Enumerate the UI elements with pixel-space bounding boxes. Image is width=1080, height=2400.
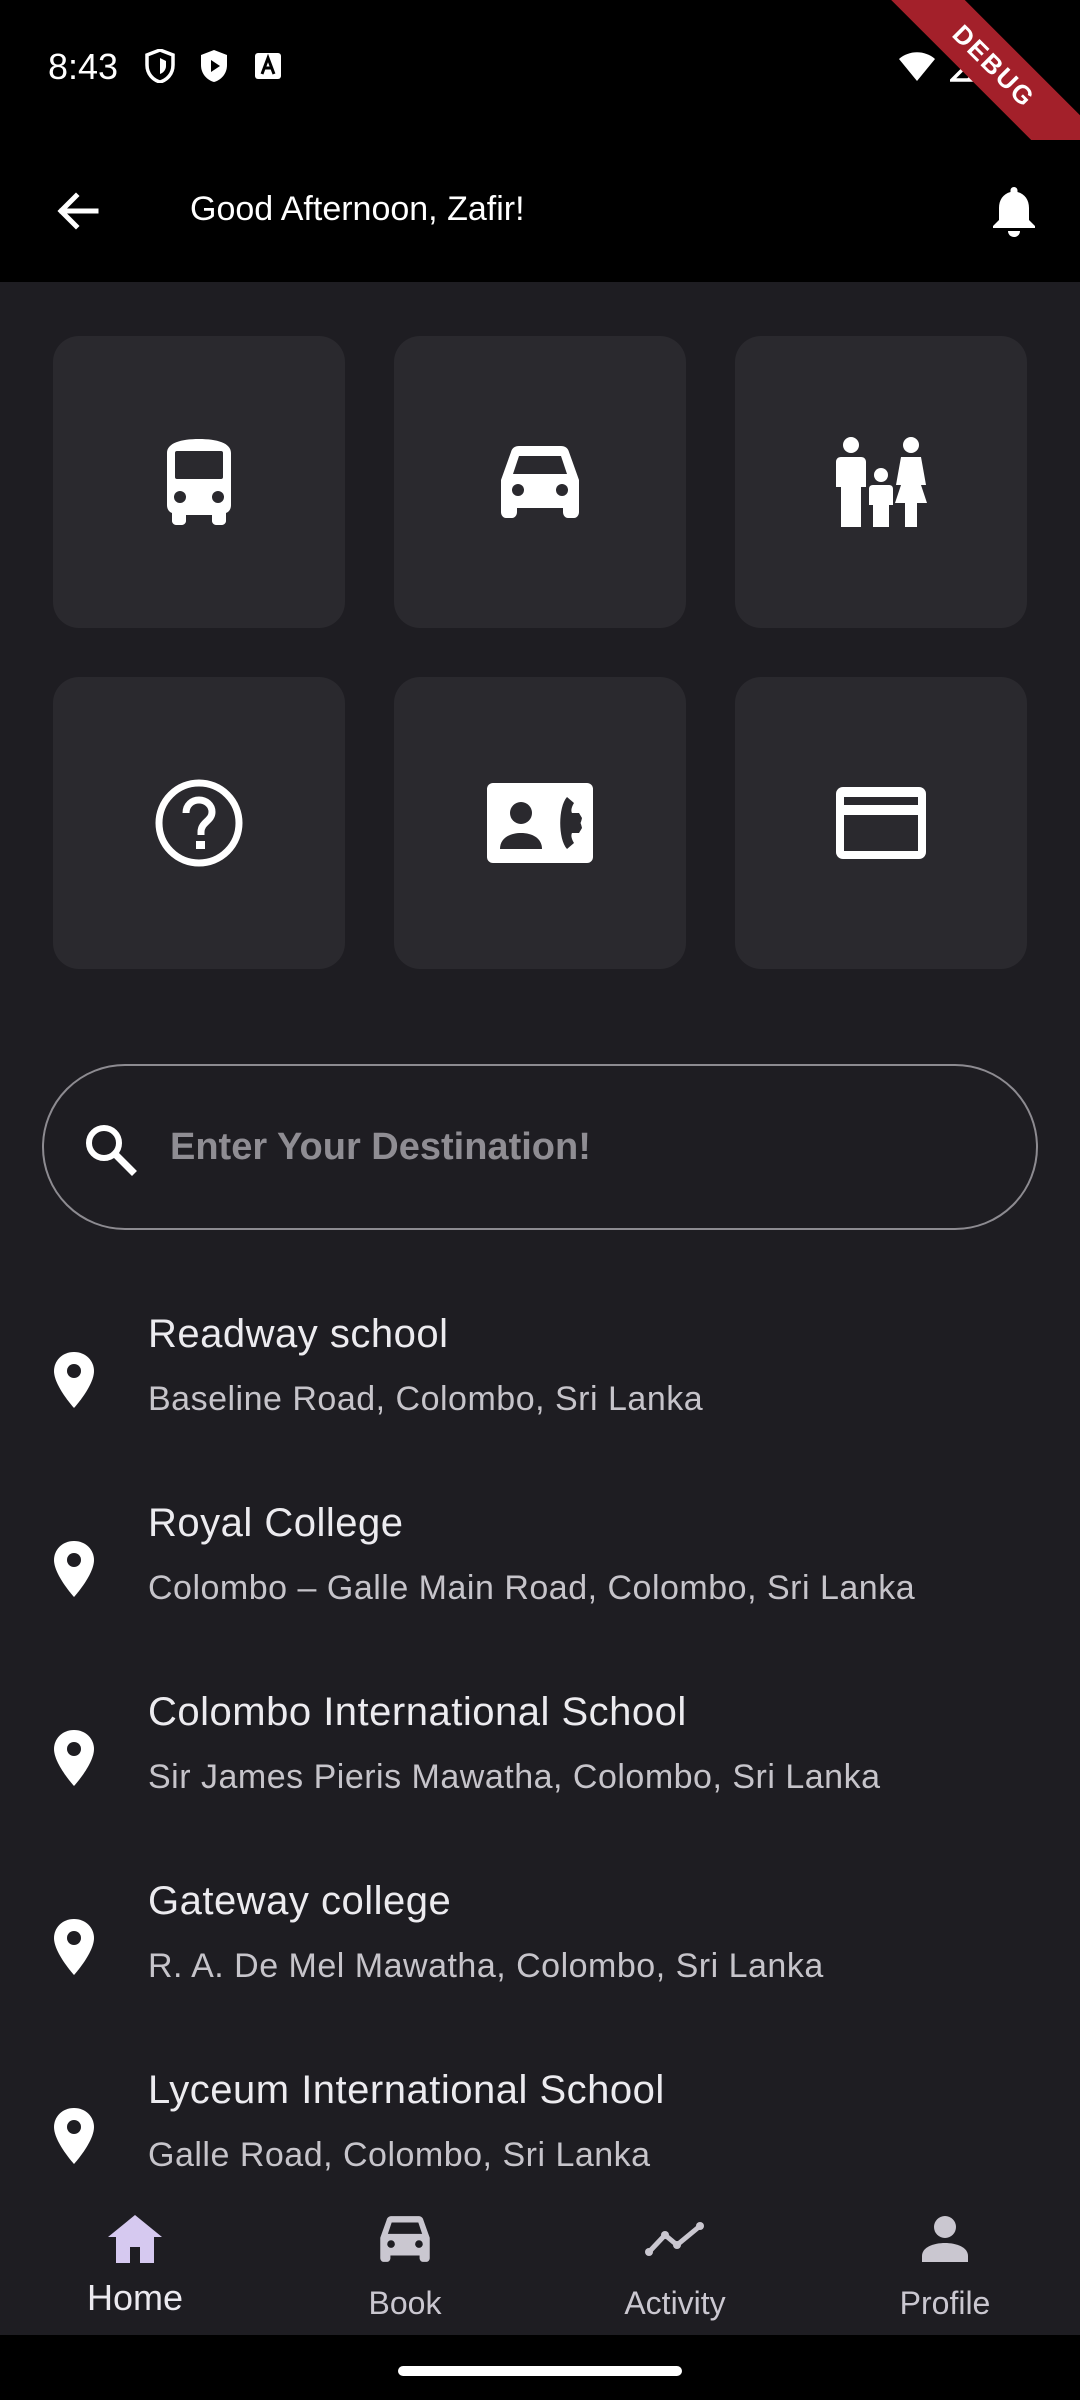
payment-tile[interactable] — [735, 677, 1027, 969]
search-icon — [86, 1125, 137, 1176]
bottom-navigation: Home Book Activity Profile — [0, 2183, 1080, 2335]
help-tile[interactable] — [53, 677, 345, 969]
place-name: Gateway college — [148, 1879, 452, 1923]
keyboard-a-icon — [250, 48, 286, 84]
location-pin-icon — [54, 1919, 94, 1975]
location-pin-icon — [54, 2108, 94, 2164]
car-tile[interactable] — [394, 336, 686, 628]
location-pin-icon — [54, 1541, 94, 1597]
nav-label-activity: Activity — [624, 2285, 726, 2321]
family-tile[interactable] — [735, 336, 1027, 628]
place-address: Baseline Road, Colombo, Sri Lanka — [148, 1380, 704, 1418]
place-address: Galle Road, Colombo, Sri Lanka — [148, 2136, 651, 2174]
car-icon — [373, 2207, 437, 2271]
nav-item-home[interactable]: Home — [0, 2183, 270, 2335]
main-content: Enter Your Destination! Readway school B… — [0, 282, 1080, 2202]
home-icon — [103, 2207, 167, 2271]
bell-icon — [993, 187, 1035, 237]
search-input[interactable]: Enter Your Destination! — [170, 1126, 591, 1169]
shield-icon — [142, 48, 178, 84]
play-protect-icon — [196, 48, 232, 84]
app-bar: Good Afternoon, Zafir! — [0, 140, 1080, 282]
activity-icon — [643, 2207, 707, 2271]
place-address: Colombo – Galle Main Road, Colombo, Sri … — [148, 1569, 916, 1607]
gesture-handle[interactable] — [398, 2366, 682, 2376]
place-name: Royal College — [148, 1501, 404, 1545]
car-icon — [501, 446, 579, 518]
family-icon — [836, 437, 927, 527]
nav-label-book: Book — [368, 2285, 442, 2321]
nav-label-home: Home — [86, 2277, 184, 2318]
list-item[interactable]: Royal College Colombo – Galle Main Road,… — [0, 1489, 1080, 1678]
bus-tile[interactable] — [53, 336, 345, 628]
arrow-back-icon — [57, 192, 99, 230]
notifications-button[interactable] — [976, 173, 1052, 249]
destination-search[interactable]: Enter Your Destination! — [42, 1064, 1038, 1230]
status-bar: 8:43 DEBUG — [0, 0, 1080, 191]
list-item[interactable]: Colombo International School Sir James P… — [0, 1678, 1080, 1867]
bus-icon — [167, 439, 231, 525]
wifi-icon — [898, 50, 936, 87]
status-notification-icons — [142, 48, 286, 84]
place-address: Sir James Pieris Mawatha, Colombo, Sri L… — [148, 1758, 881, 1796]
gesture-navigation-area — [0, 2335, 1080, 2400]
page-title: Good Afternoon, Zafir! — [190, 190, 525, 228]
nav-label-profile: Profile — [899, 2285, 991, 2321]
place-name: Lyceum International School — [148, 2068, 665, 2112]
nav-item-profile[interactable]: Profile — [810, 2183, 1080, 2335]
list-item[interactable]: Gateway college R. A. De Mel Mawatha, Co… — [0, 1867, 1080, 2056]
location-pin-icon — [54, 1352, 94, 1408]
help-icon — [155, 779, 243, 867]
contact-phone-icon — [487, 783, 593, 863]
profile-icon — [913, 2207, 977, 2271]
status-time: 8:43 — [48, 46, 119, 87]
contact-tile[interactable] — [394, 677, 686, 969]
back-button[interactable] — [40, 173, 116, 249]
place-address: R. A. De Mel Mawatha, Colombo, Sri Lanka — [148, 1947, 824, 1985]
location-pin-icon — [54, 1730, 94, 1786]
nav-item-book[interactable]: Book — [270, 2183, 540, 2335]
place-name: Colombo International School — [148, 1690, 687, 1734]
place-name: Readway school — [148, 1312, 449, 1356]
nav-item-activity[interactable]: Activity — [540, 2183, 810, 2335]
credit-card-icon — [836, 787, 926, 859]
list-item[interactable]: Readway school Baseline Road, Colombo, S… — [0, 1300, 1080, 1489]
